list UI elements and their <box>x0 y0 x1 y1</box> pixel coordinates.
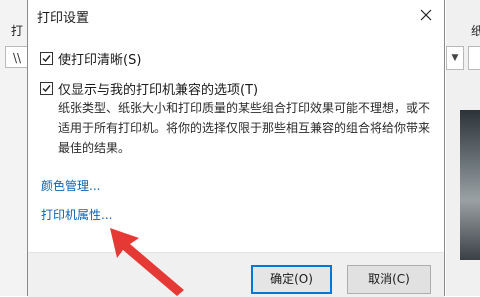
background-paper-field[interactable] <box>468 46 480 70</box>
option-description: 纸张类型、纸张大小和打印质量的某些组合打印效果可能不理想，或不 适用于所有打印机… <box>58 98 438 158</box>
option-sharp-print[interactable]: 使打印清晰(S) <box>40 49 141 68</box>
background-preview-image <box>460 110 480 260</box>
description-line: 最佳的结果。 <box>58 141 131 155</box>
background-label-left: 打 <box>11 24 24 38</box>
color-management-link[interactable]: 颜色管理... <box>41 177 100 194</box>
checkmark-icon <box>42 55 51 63</box>
option-sharp-print-label: 使打印清晰(S) <box>58 53 142 68</box>
background-printer-field[interactable]: \\ <box>5 46 27 68</box>
printer-properties-link[interactable]: 打印机属性... <box>41 206 112 223</box>
background-label-right: 纸 <box>471 24 480 38</box>
cancel-button[interactable]: 取消(C) <box>347 265 431 294</box>
description-line: 纸张类型、纸张大小和打印质量的某些组合打印效果可能不理想，或不 <box>58 101 431 115</box>
option-compatible-only-label: 仅显示与我的打印机兼容的选项(T) <box>58 83 259 98</box>
chevron-down-icon: ▼ <box>451 53 459 63</box>
dialog-title: 打印设置 <box>37 11 90 26</box>
close-icon <box>420 9 432 21</box>
ok-button[interactable]: 确定(O) <box>251 265 332 294</box>
print-settings-dialog: 打印设置 使打印清晰(S) 仅显示与我的打印机兼容的选项(T) 纸张类型、纸张大… <box>27 0 445 297</box>
description-line: 适用于所有打印机。将你的选择仅限于那些相互兼容的组合将给你带来 <box>58 121 431 135</box>
checkmark-icon <box>42 85 51 93</box>
close-button[interactable] <box>414 3 438 27</box>
checkbox-sharp-print[interactable] <box>40 52 53 65</box>
checkbox-compatible-only[interactable] <box>40 82 53 95</box>
background-dropdown-button[interactable]: ▼ <box>446 46 464 70</box>
dialog-footer: 确定(O) 取消(C) <box>28 252 444 297</box>
background-window-left <box>0 0 27 296</box>
option-compatible-only[interactable]: 仅显示与我的打印机兼容的选项(T) <box>40 79 258 98</box>
dialog-titlebar: 打印设置 <box>28 0 444 30</box>
